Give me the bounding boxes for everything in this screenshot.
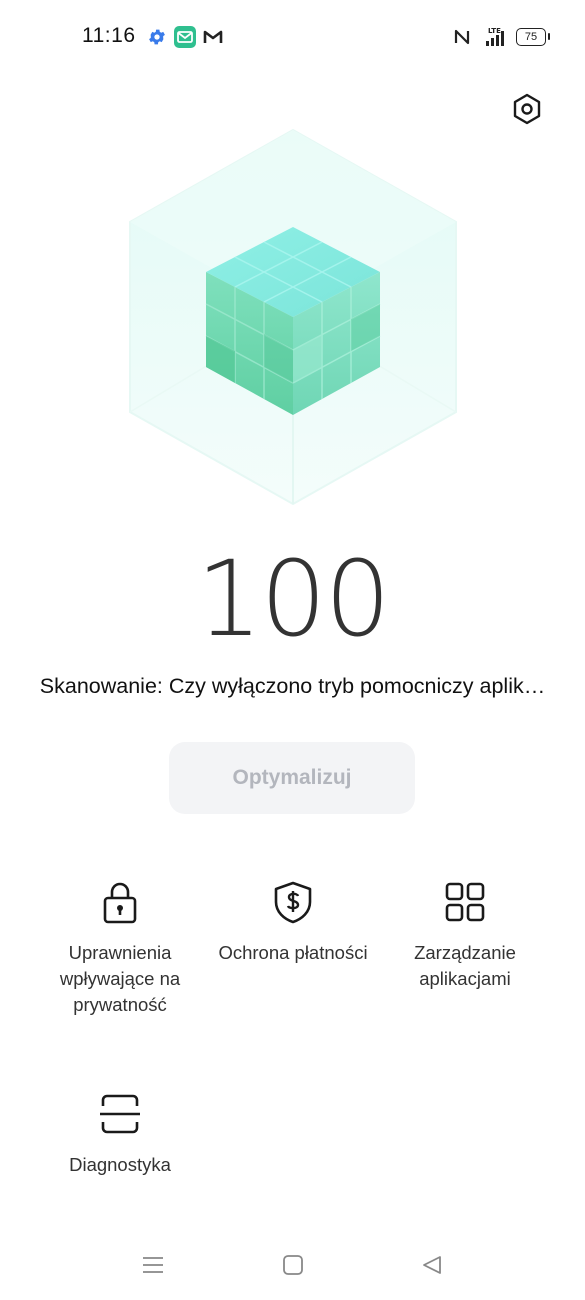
settings-button[interactable] [510,92,544,126]
security-score: 100 [196,538,391,660]
security-cube-illustration [118,122,468,512]
nfc-icon [451,26,473,48]
home-button[interactable] [278,1250,308,1280]
battery-indicator: 75 [516,28,550,46]
navigation-bar [0,1236,585,1292]
feature-label: Ochrona płatności [218,942,368,963]
feature-app-management[interactable]: Zarządzanie aplikacjami [370,880,560,992]
back-triangle-icon [423,1256,441,1274]
scan-frame-icon [100,1094,140,1134]
gmail-icon [202,26,224,48]
network-type-label: LTE [488,27,501,35]
status-time: 11:16 [82,24,136,47]
feature-diagnostics[interactable]: Diagnostyka [25,1092,215,1178]
feature-label: Diagnostyka [69,1154,171,1175]
feature-label: Uprawnienia wpływające na prywatność [59,942,181,1015]
feature-privacy-permissions[interactable]: Uprawnienia wpływające na prywatność [25,880,215,1018]
feature-payment-protection[interactable]: Ochrona płatności [198,880,388,966]
grid-apps-icon [445,882,485,922]
lte-signal-icon: LTE [480,26,510,48]
home-square-icon [283,1255,303,1275]
feature-label: Zarządzanie aplikacjami [414,942,516,989]
lock-icon [103,882,137,924]
menu-icon [143,1257,163,1273]
settings-gear-icon [146,26,168,48]
status-bar: 11:16 LTE 75 [0,0,585,72]
recent-apps-button[interactable] [138,1250,168,1280]
message-icon [174,26,196,48]
scan-status-text: Skanowanie: Czy wyłączono tryb pomocnicz… [39,674,546,698]
shield-dollar-icon [274,881,312,924]
back-button[interactable] [417,1250,447,1280]
optimize-button[interactable]: Optymalizuj [169,742,415,814]
settings-icon [513,93,541,125]
